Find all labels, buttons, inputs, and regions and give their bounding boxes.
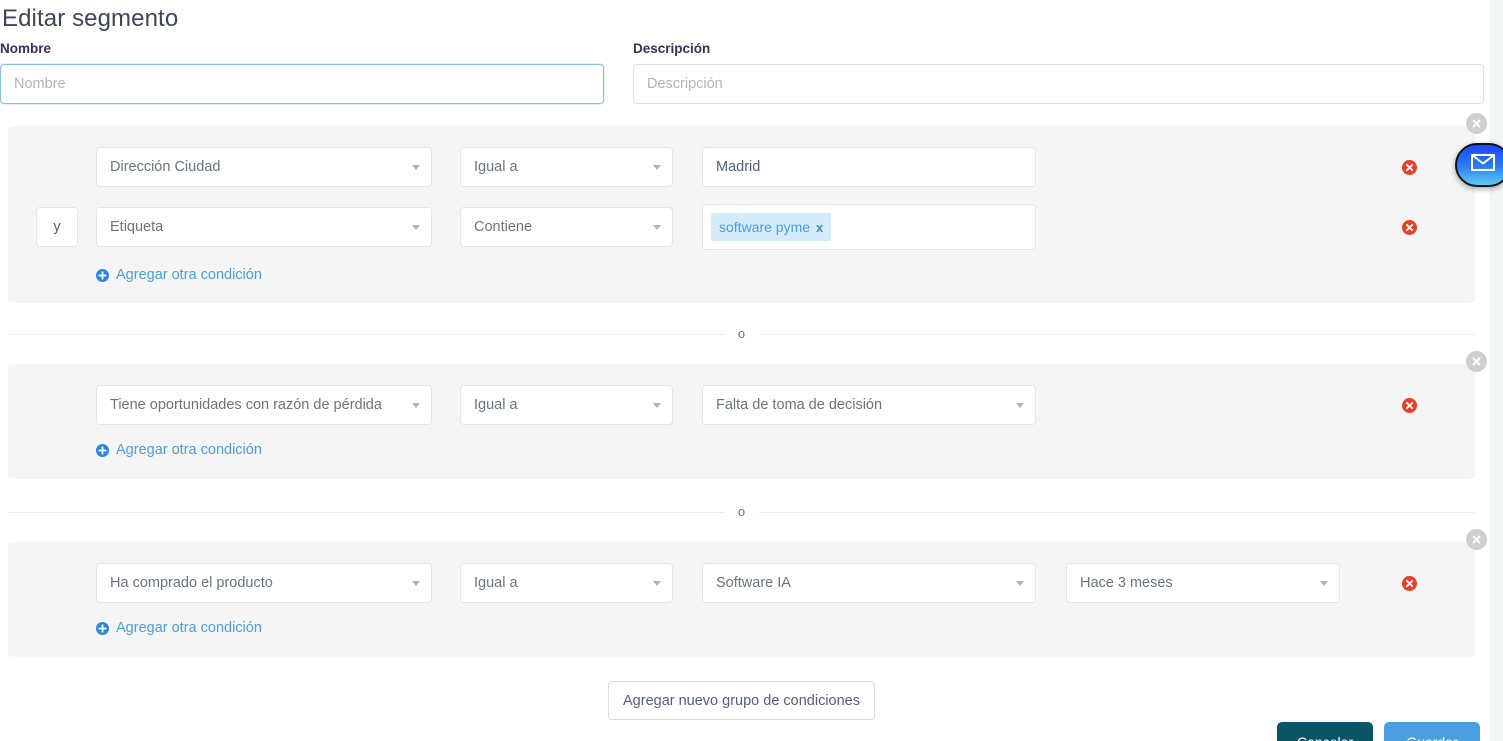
description-field-wrapper: Descripción [633,41,1484,104]
chevron-down-icon [412,165,420,170]
condition-row: Tiene oportunidades con razón de pérdida… [8,385,1475,425]
condition-field-value: Etiqueta [110,219,164,235]
or-label: o [737,504,746,519]
condition-field-value: Tiene oportunidades con razón de pérdida [110,397,382,413]
cancel-button[interactable]: Cancelar [1277,722,1373,741]
remove-circle-icon[interactable] [1402,575,1417,591]
add-condition-link[interactable]: Agregar otra condición [96,267,262,283]
condition-group-3: Ha comprado el producto Igual a Software… [8,529,1487,657]
plus-circle-icon [96,443,109,457]
condition-field-select[interactable]: Tiene oportunidades con razón de pérdida [96,385,432,425]
tag-remove-icon[interactable]: x [816,220,823,235]
condition-field-value: Ha comprado el producto [110,575,273,591]
chat-widget-button[interactable] [1455,143,1503,187]
add-condition-link[interactable]: Agregar otra condición [96,442,262,458]
remove-circle-icon[interactable] [1402,219,1417,235]
divider-line-right [759,511,1476,513]
divider-line-left [8,511,724,513]
page-title: Editar segmento [2,5,179,32]
condition-operator-value: Igual a [474,159,518,175]
condition-operator-select[interactable]: Contiene [460,207,673,247]
chevron-down-icon [412,403,420,408]
condition-operator-select[interactable]: Igual a [460,563,673,603]
condition-row: Ha comprado el producto Igual a Software… [8,563,1475,603]
divider-line-left [8,333,724,335]
condition-value-text: Madrid [716,159,761,175]
add-condition-label: Agregar otra condición [116,442,262,458]
condition-operator-select[interactable]: Igual a [460,147,673,187]
condition-rows-1: Dirección Ciudad Igual a Madrid y Etique… [8,126,1475,287]
condition-group-1: Dirección Ciudad Igual a Madrid y Etique… [8,113,1487,303]
segment-fields-row: Nombre Descripción [0,41,1484,104]
condition-operator-select[interactable]: Igual a [460,385,673,425]
condition-value-text: Falta de toma de decisión [716,397,883,413]
condition-field-select[interactable]: Ha comprado el producto [96,563,432,603]
chevron-down-icon [653,403,661,408]
connector-slot: y [36,207,96,247]
condition-rows-2: Tiene oportunidades con razón de pérdida… [8,364,1475,462]
plus-circle-icon [96,268,109,282]
page-scrollbar[interactable] [1490,0,1503,741]
condition-timeframe-value: Hace 3 meses [1080,575,1173,591]
description-label: Descripción [633,41,711,56]
chevron-down-icon [653,581,661,586]
chevron-down-icon [412,581,420,586]
condition-tag-input[interactable]: software pyme x [702,204,1036,250]
remove-circle-icon[interactable] [1402,159,1417,175]
condition-row: y Etiqueta Contiene software pyme x [8,204,1475,250]
condition-value-select[interactable]: Falta de toma de decisión [702,385,1036,425]
chevron-down-icon [1016,581,1024,586]
footer-actions: Cancelar Guardar [1277,722,1480,741]
chevron-down-icon [412,225,420,230]
condition-operator-value: Igual a [474,575,518,591]
condition-field-select[interactable]: Etiqueta [96,207,432,247]
remove-circle-icon[interactable] [1402,397,1417,413]
condition-timeframe-select[interactable]: Hace 3 meses [1066,563,1340,603]
delete-slot [1036,159,1475,175]
delete-slot [1340,575,1475,591]
condition-row: Dirección Ciudad Igual a Madrid [8,147,1475,187]
add-condition-label: Agregar otra condición [116,267,262,283]
edit-segment-page: Editar segmento Nombre Descripción Direc… [0,0,1503,741]
add-condition-group-button[interactable]: Agregar nuevo grupo de condiciones [608,681,875,720]
plus-circle-icon [96,621,109,635]
condition-value-select[interactable]: Software IA [702,563,1036,603]
condition-operator-value: Igual a [474,397,518,413]
condition-value-input[interactable]: Madrid [702,147,1036,187]
add-condition-label: Agregar otra condición [116,620,262,636]
condition-field-select[interactable]: Dirección Ciudad [96,147,432,187]
connector-and-box[interactable]: y [36,207,78,247]
condition-operator-value: Contiene [474,219,533,235]
name-label: Nombre [0,41,52,56]
save-button[interactable]: Guardar [1384,722,1480,741]
condition-value-text: Software IA [716,575,791,591]
add-condition-link[interactable]: Agregar otra condición [96,620,262,636]
close-circle-icon[interactable] [1466,529,1487,550]
delete-slot [1036,397,1475,413]
delete-slot [1036,219,1475,235]
group-or-divider: o [8,504,1476,520]
tag-chip: software pyme x [711,213,832,241]
chevron-down-icon [653,165,661,170]
envelope-icon [1470,153,1496,177]
segment-name-input[interactable] [0,64,604,104]
close-circle-icon[interactable] [1466,351,1487,372]
divider-line-right [759,333,1476,335]
chevron-down-icon [1016,403,1024,408]
chevron-down-icon [1320,581,1328,586]
close-circle-icon[interactable] [1466,113,1487,134]
condition-group-2: Tiene oportunidades con razón de pérdida… [8,351,1487,479]
condition-rows-3: Ha comprado el producto Igual a Software… [8,542,1475,640]
or-label: o [737,326,746,341]
name-field-wrapper: Nombre [0,41,604,104]
condition-field-value: Dirección Ciudad [110,159,221,175]
segment-description-input[interactable] [633,64,1484,104]
group-or-divider: o [8,326,1476,342]
tag-label: software pyme [719,219,811,235]
chevron-down-icon [653,225,661,230]
